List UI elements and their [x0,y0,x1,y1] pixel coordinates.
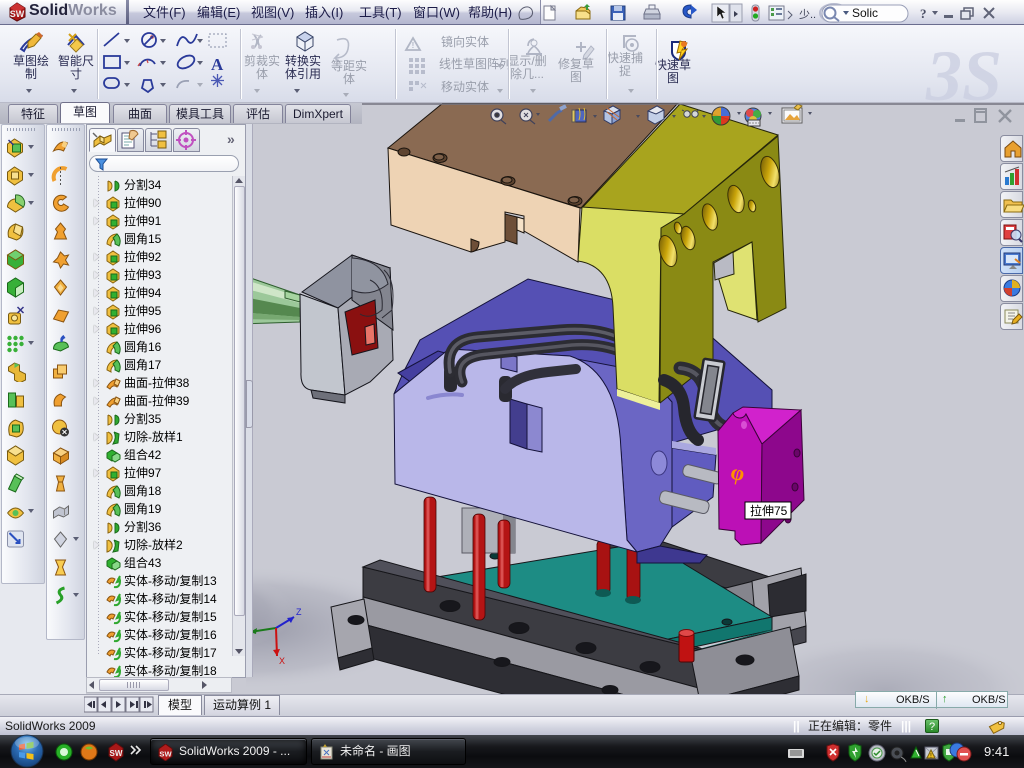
svg-text:拉伸75: 拉伸75 [750,503,788,518]
svg-text:X: X [279,656,285,666]
svg-text:SW: SW [110,749,123,758]
svg-text:3S: 3S [925,36,1002,103]
svg-text:Z: Z [296,607,302,617]
svg-text:SW: SW [159,749,172,758]
svg-text:Solic: Solic [852,6,878,20]
svg-text:!: ! [412,41,415,50]
svg-text:SW: SW [10,9,25,19]
svg-text:少..: 少.. [799,8,816,21]
svg-text:?: ? [920,6,927,21]
svg-text:A: A [211,55,224,74]
